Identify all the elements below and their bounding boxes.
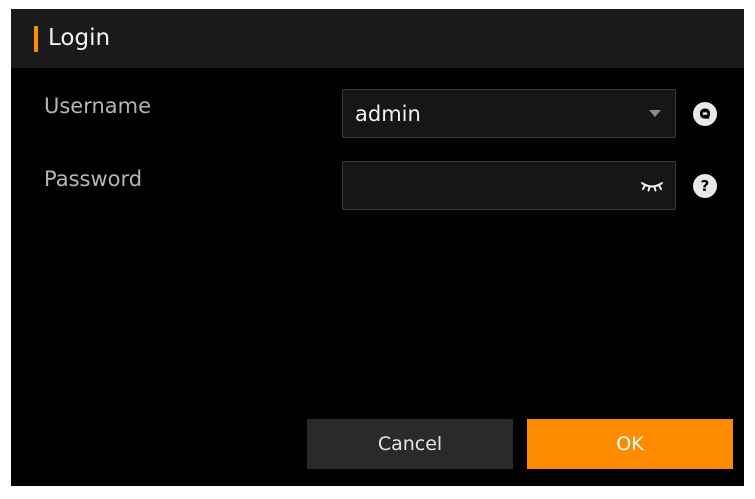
ok-button[interactable]: OK — [527, 419, 733, 469]
username-label: Username — [44, 94, 152, 118]
user-account-icon-graphic — [700, 108, 710, 119]
dialog-titlebar: Login — [11, 9, 744, 68]
user-account-icon[interactable] — [693, 102, 717, 126]
title-accent-bar — [34, 26, 38, 52]
eye-closed-icon[interactable] — [639, 177, 665, 195]
help-icon[interactable]: ? — [693, 174, 717, 198]
chevron-down-icon[interactable] — [649, 110, 661, 117]
password-label: Password — [44, 167, 143, 191]
dialog-title: Login — [48, 25, 111, 51]
login-dialog: Login Username admin Password ? Cancel O… — [11, 9, 744, 486]
username-value: admin — [355, 102, 421, 126]
username-select[interactable]: admin — [342, 89, 676, 138]
password-input[interactable] — [342, 161, 676, 210]
cancel-button[interactable]: Cancel — [307, 419, 513, 469]
